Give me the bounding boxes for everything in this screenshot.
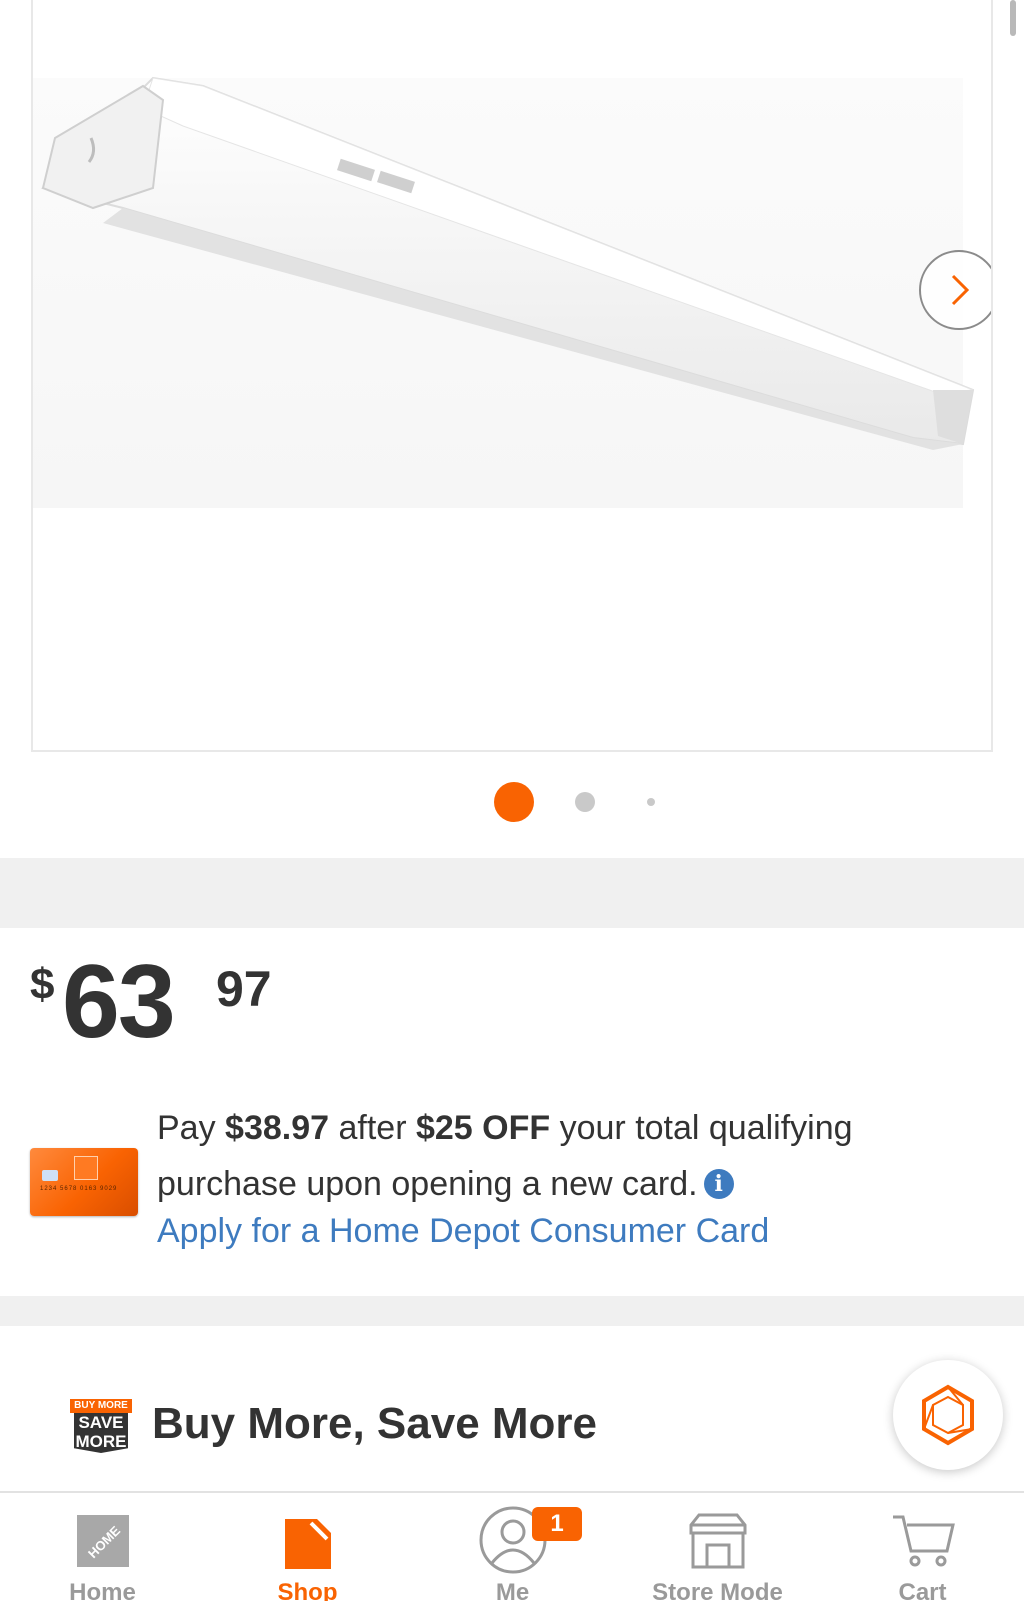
- buy-more-save-more-badge: BUY MORE SAVE MORE: [70, 1399, 132, 1457]
- bottom-tab-bar: HOME Home Shop 1 Me Store Mode Cart: [0, 1491, 1024, 1601]
- carousel-dot-1-active[interactable]: [494, 782, 534, 822]
- badge-line-2: MORE: [75, 1432, 127, 1451]
- offer-text-part: after: [329, 1109, 416, 1147]
- notification-badge: 1: [532, 1507, 582, 1541]
- carousel-pagination: [0, 782, 1024, 826]
- price-currency: $: [30, 960, 55, 1009]
- home-depot-logo-icon: [74, 1156, 98, 1180]
- tab-cart[interactable]: Cart: [820, 1493, 1024, 1601]
- chevron-right-icon: [951, 274, 970, 306]
- section-divider: [0, 858, 1024, 928]
- price-dollars: 63: [62, 944, 176, 1060]
- hexagon-icon: [922, 1384, 974, 1446]
- card-chip-icon: [42, 1170, 58, 1181]
- store-icon: [689, 1513, 746, 1569]
- badge-body: SAVE MORE: [74, 1413, 128, 1453]
- tab-store-mode[interactable]: Store Mode: [615, 1493, 820, 1601]
- apply-card-link[interactable]: Apply for a Home Depot Consumer Card: [157, 1212, 769, 1251]
- tab-label: Shop: [277, 1579, 338, 1601]
- info-icon[interactable]: i: [703, 1169, 734, 1199]
- offer-discount: $25 OFF: [415, 1109, 551, 1147]
- hexagon-assistant-button[interactable]: [893, 1360, 1003, 1470]
- home-depot-logo-icon: HOME: [76, 1515, 129, 1567]
- buy-more-save-more-title[interactable]: Buy More, Save More: [152, 1399, 597, 1449]
- product-image-led-fixture: [41, 76, 975, 450]
- scroll-indicator: [1010, 0, 1016, 36]
- offer-amount: $38.97: [225, 1109, 330, 1147]
- tab-shop[interactable]: Shop: [205, 1493, 410, 1601]
- badge-line-1: SAVE: [78, 1413, 124, 1432]
- section-divider: [0, 1296, 1024, 1326]
- tab-label: Cart: [898, 1579, 947, 1601]
- card-offer-text: Pay $38.97 after $25 OFF your total qual…: [157, 1100, 977, 1212]
- tab-label: Home: [69, 1579, 136, 1601]
- cart-icon: [892, 1515, 955, 1567]
- price-cents: 97: [216, 961, 272, 1017]
- carousel-next-button[interactable]: [919, 250, 991, 330]
- card-number-graphic: 1234 5678 0163 9029: [40, 1186, 118, 1192]
- tab-me[interactable]: 1 Me: [410, 1493, 615, 1601]
- tab-label: Me: [495, 1579, 530, 1601]
- carousel-dot-2[interactable]: [575, 792, 595, 812]
- product-image-carousel[interactable]: [31, 0, 993, 752]
- tab-label: Store Mode: [652, 1579, 783, 1601]
- tab-home[interactable]: HOME Home: [0, 1493, 205, 1601]
- offer-text-part: Pay: [157, 1109, 226, 1147]
- badge-top-text: BUY MORE: [70, 1399, 132, 1413]
- carousel-dot-3[interactable]: [647, 798, 655, 806]
- credit-card-image: 1234 5678 0163 9029: [30, 1148, 138, 1216]
- shop-bag-icon: [284, 1519, 331, 1569]
